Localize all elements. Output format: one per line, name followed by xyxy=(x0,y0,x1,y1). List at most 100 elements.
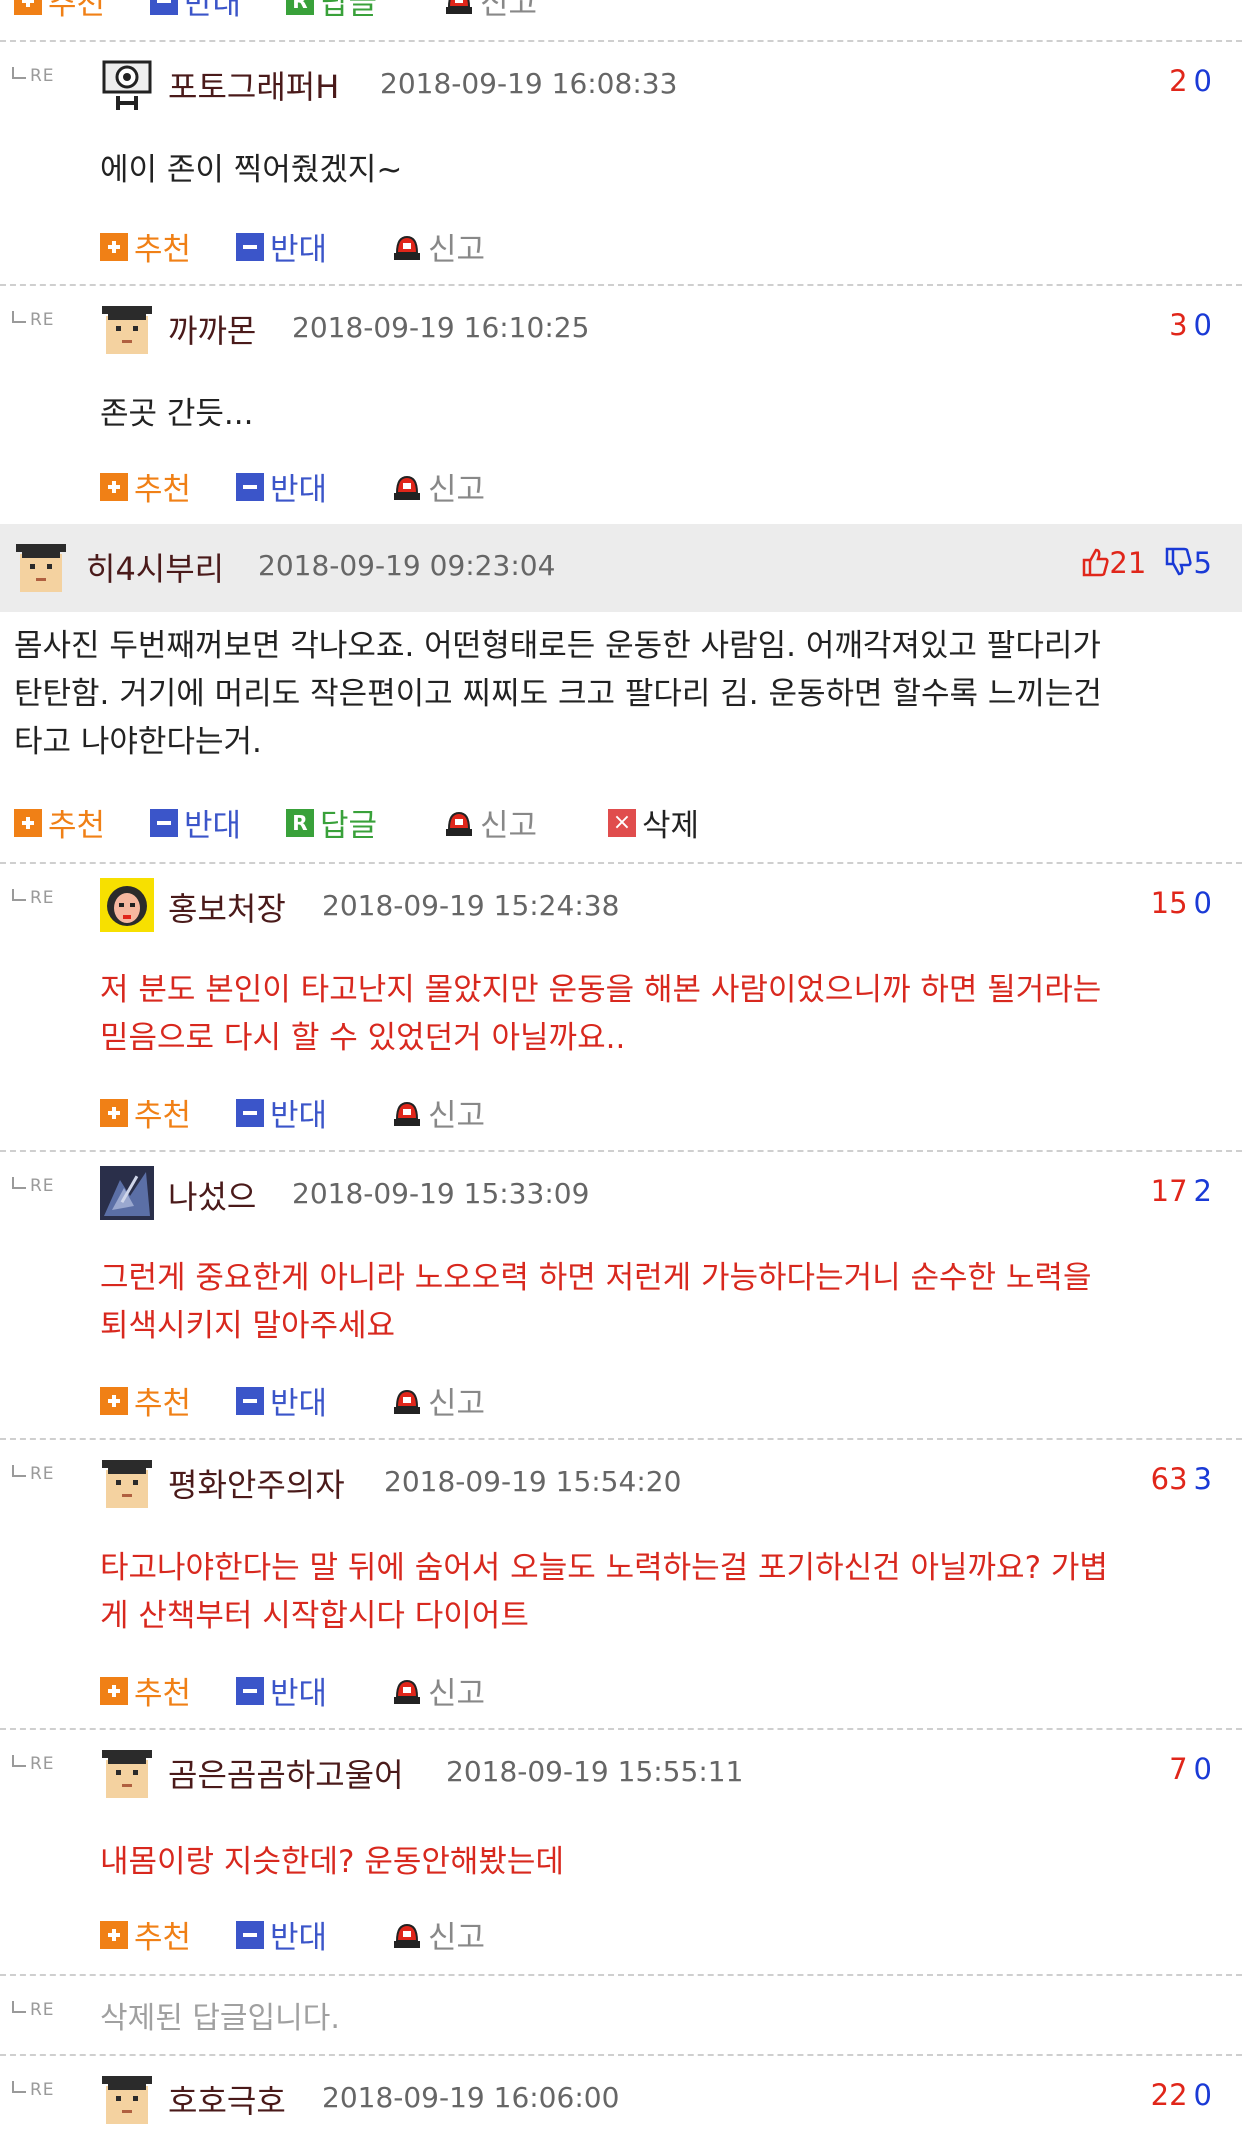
re-label: RE xyxy=(12,2000,55,2020)
re-label: RE xyxy=(12,888,55,908)
parent-vote-counts: 21 5 xyxy=(1081,546,1212,584)
deleted-reply-text: 삭제된 답글입니다. xyxy=(100,2001,340,2036)
vote-counts: 20 xyxy=(1169,64,1212,98)
reply-nick[interactable]: 호호극호 xyxy=(168,2076,286,2122)
reply-date: 2018-09-19 16:06:00 xyxy=(322,2081,620,2114)
camera-avatar xyxy=(100,58,154,112)
siren-icon xyxy=(392,1677,422,1705)
parent-text-line: 타고 나야한다는거. xyxy=(14,724,262,760)
report-button[interactable]: 신고 xyxy=(392,1668,485,1713)
reply-nick[interactable]: 홍보처장 xyxy=(168,884,286,930)
vote-counts: 22 0 xyxy=(1150,2078,1212,2112)
separator xyxy=(0,1728,1242,1730)
minus-icon xyxy=(236,1386,264,1415)
minus-icon xyxy=(236,472,264,501)
separator xyxy=(0,284,1242,286)
plus-icon xyxy=(14,808,42,837)
comment-nick[interactable]: 까까몬 xyxy=(168,306,256,352)
minus-icon xyxy=(236,1920,264,1949)
recommend-button[interactable]: 추천 xyxy=(14,800,105,845)
default-avatar xyxy=(100,2072,154,2126)
reply-text-line: 그런게 중요한게 아니라 노오오력 하면 저런게 가능하다는거니 순수한 노력을 xyxy=(100,1260,1092,1296)
parent-nick[interactable]: 히4시부리 xyxy=(86,544,224,590)
minus-icon xyxy=(236,1098,264,1127)
game-character-avatar xyxy=(100,1166,154,1220)
reply-arrow-icon xyxy=(12,1465,26,1477)
parent-text-line: 몸사진 두번째꺼보면 각나오죠. 어떤형태로든 운동한 사람임. 어깨각져있고 … xyxy=(14,628,1101,664)
reply-text-line: 저 분도 본인이 타고난지 몰았지만 운동을 해본 사람이었으니까 하면 될거라… xyxy=(100,972,1102,1008)
recommend-button[interactable]: 추천 xyxy=(100,1668,191,1713)
minus-icon xyxy=(150,0,178,15)
plus-icon xyxy=(100,232,128,261)
report-button[interactable]: 신고 xyxy=(444,0,537,23)
reply-arrow-icon xyxy=(12,2001,26,2013)
plus-icon xyxy=(100,1098,128,1127)
oppose-button[interactable]: 반대 xyxy=(236,1090,327,1135)
recommend-button[interactable]: 추천 xyxy=(100,224,191,269)
recommend-button[interactable]: 추천 xyxy=(100,464,191,509)
separator xyxy=(0,862,1242,864)
reply-icon: R xyxy=(286,808,314,837)
oppose-button[interactable]: 반대 xyxy=(236,1912,327,1957)
default-avatar xyxy=(100,1456,154,1510)
siren-icon xyxy=(444,0,474,15)
report-button[interactable]: 신고 xyxy=(392,464,485,509)
thumbs-up-icon[interactable] xyxy=(1081,547,1109,584)
comment-date: 2018-09-19 16:10:25 xyxy=(292,311,590,344)
vote-counts: 70 xyxy=(1169,1752,1212,1786)
siren-icon xyxy=(392,473,422,501)
oppose-button[interactable]: 반대 xyxy=(236,224,327,269)
recommend-button[interactable]: 추천 xyxy=(100,1378,191,1423)
re-label: RE xyxy=(12,1464,55,1484)
reply-nick[interactable]: 곰은곰곰하고울어 xyxy=(168,1750,404,1796)
girl-avatar xyxy=(100,878,154,932)
reply-button[interactable]: R 답글 xyxy=(286,800,377,845)
plus-icon xyxy=(14,0,42,15)
oppose-button[interactable]: 반대 xyxy=(150,800,241,845)
separator xyxy=(0,1438,1242,1440)
comment-text: 존곳 간듯... xyxy=(100,396,254,432)
delete-button[interactable]: × 삭제 xyxy=(608,800,699,845)
default-avatar xyxy=(14,540,68,594)
report-button[interactable]: 신고 xyxy=(392,1912,485,1957)
reply-text-line: 내몸이랑 지슷한데? 운동안해봤는데 xyxy=(100,1844,564,1880)
oppose-button[interactable]: 반대 xyxy=(236,464,327,509)
reply-arrow-icon xyxy=(12,889,26,901)
recommend-button[interactable]: 추천 xyxy=(100,1090,191,1135)
oppose-button[interactable]: 반대 xyxy=(150,0,241,23)
re-label: RE xyxy=(12,1176,55,1196)
oppose-button[interactable]: 반대 xyxy=(236,1378,327,1423)
separator xyxy=(0,1150,1242,1152)
re-label: RE xyxy=(12,2080,55,2100)
reply-arrow-icon xyxy=(12,2081,26,2093)
reply-date: 2018-09-19 15:33:09 xyxy=(292,1177,590,1210)
siren-icon xyxy=(392,233,422,261)
thumbs-down-icon[interactable] xyxy=(1164,547,1192,584)
reply-button[interactable]: R 답글 xyxy=(286,0,377,23)
vote-counts: 15 0 xyxy=(1150,886,1212,920)
comment-nick[interactable]: 포토그래퍼H xyxy=(168,62,339,108)
siren-icon xyxy=(444,809,474,837)
separator xyxy=(0,1974,1242,1976)
siren-icon xyxy=(392,1387,422,1415)
report-button[interactable]: 신고 xyxy=(392,1378,485,1423)
minus-icon xyxy=(150,808,178,837)
reply-date: 2018-09-19 15:54:20 xyxy=(384,1465,682,1498)
oppose-button[interactable]: 반대 xyxy=(236,1668,327,1713)
reply-nick[interactable]: 나섰으 xyxy=(168,1172,256,1218)
minus-icon xyxy=(236,1676,264,1705)
report-button[interactable]: 신고 xyxy=(392,1090,485,1135)
reply-text-line: 타고나야한다는 말 뒤에 숨어서 오늘도 노력하는걸 포기하신건 아닐까요? 가… xyxy=(100,1550,1108,1586)
recommend-button[interactable]: 추천 xyxy=(14,0,105,23)
reply-text-line: 게 산책부터 시작합시다 다이어트 xyxy=(100,1598,529,1634)
siren-icon xyxy=(392,1099,422,1127)
separator xyxy=(0,2054,1242,2056)
report-button[interactable]: 신고 xyxy=(444,800,537,845)
recommend-button[interactable]: 추천 xyxy=(100,1912,191,1957)
reply-nick[interactable]: 평화안주의자 xyxy=(168,1460,345,1506)
vote-counts: 17 2 xyxy=(1150,1174,1212,1208)
siren-icon xyxy=(392,1921,422,1949)
reply-arrow-icon xyxy=(12,1177,26,1189)
re-label: RE xyxy=(12,1754,55,1774)
report-button[interactable]: 신고 xyxy=(392,224,485,269)
